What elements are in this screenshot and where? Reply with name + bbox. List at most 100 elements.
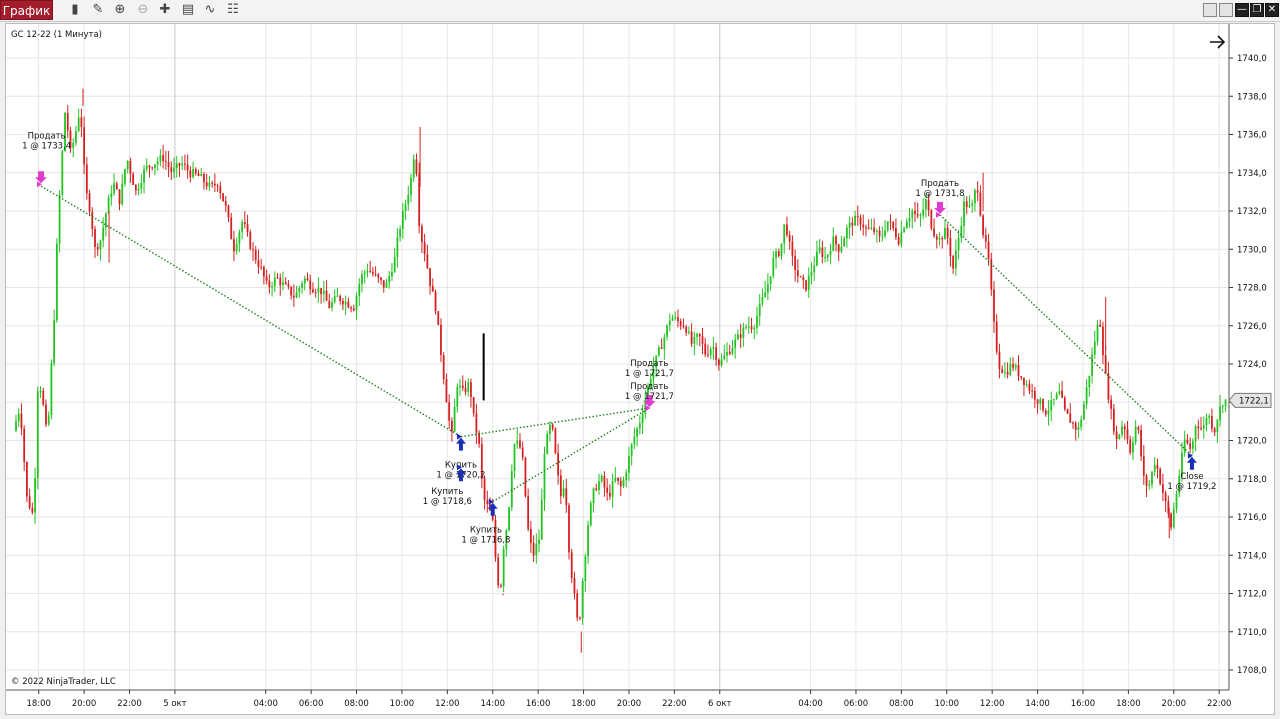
candle (1213, 426, 1216, 437)
candle (829, 244, 832, 265)
x-tick-label: 20:00 (1162, 699, 1187, 709)
tile-window-icon[interactable] (1203, 3, 1217, 17)
candle (1039, 397, 1042, 411)
candle (884, 220, 886, 239)
candle (399, 225, 402, 242)
candle-body (1031, 390, 1034, 392)
indicator-icon[interactable]: ∿ (202, 2, 218, 18)
candle-body (824, 257, 826, 259)
candle (1069, 403, 1072, 423)
candle (592, 487, 595, 513)
candle (837, 243, 840, 262)
candle (219, 181, 222, 200)
execution-label: Купить (431, 487, 463, 497)
candle-body (935, 236, 938, 240)
candle (832, 227, 835, 252)
candle (933, 218, 935, 238)
templates-icon[interactable]: ☷ (225, 2, 241, 18)
candle (110, 185, 113, 206)
candle-body (638, 423, 641, 429)
candle (355, 292, 358, 320)
candle (1025, 380, 1028, 388)
pencil-icon[interactable]: ✎ (90, 2, 106, 18)
candle-body (756, 315, 758, 328)
candle-body (895, 228, 897, 238)
scroll-right-icon[interactable] (1210, 35, 1226, 49)
candle (1118, 433, 1121, 440)
candle-body (1159, 468, 1162, 485)
candle-body (1044, 410, 1047, 415)
candle (502, 545, 505, 593)
candle (213, 173, 216, 192)
candle (685, 324, 688, 336)
candle-body (464, 388, 467, 392)
candle-body (227, 205, 230, 218)
execution-label: 1 @ 1721,7 (625, 369, 674, 379)
candle (124, 168, 126, 187)
window-title[interactable]: График (0, 0, 53, 20)
cascade-window-icon[interactable] (1219, 3, 1233, 17)
candle (565, 478, 568, 513)
x-tick-label: 6 окт (708, 699, 731, 709)
sell-execution-marker[interactable]: Продать1 @ 1721,7 (625, 382, 674, 411)
candle (50, 359, 53, 420)
candle-body (900, 231, 903, 245)
candle-body (897, 237, 900, 245)
close-icon[interactable]: ✕ (1265, 3, 1279, 17)
restore-icon[interactable]: ❐ (1250, 3, 1264, 17)
chart-panel[interactable]: Продать 1 @ 1733,4 Купить 1 @ 1720,2 Купить 1… (5, 23, 1275, 715)
candle (818, 239, 821, 255)
candle-body (559, 475, 562, 497)
candle-body (140, 182, 143, 189)
candle-body (415, 159, 418, 174)
crosshair-icon[interactable]: ✚ (157, 2, 173, 18)
candle (456, 383, 459, 413)
candle (1156, 458, 1159, 479)
candle-body (254, 249, 257, 260)
candle (1058, 383, 1061, 396)
candle (480, 437, 483, 489)
last-price-tag: 1722,1 (1228, 392, 1272, 408)
x-tick-label: 16:00 (1071, 699, 1096, 709)
candle (807, 267, 810, 298)
candle-body (1077, 427, 1080, 430)
candle (1020, 376, 1023, 381)
candle (821, 240, 824, 264)
y-tick-label: 1712,0 (1237, 590, 1267, 600)
candle-body (36, 391, 39, 479)
candle-body (924, 199, 927, 210)
candle-body (1110, 399, 1113, 409)
candle (88, 189, 91, 216)
x-tick-label: 18:00 (571, 699, 596, 709)
zoom-in-icon[interactable]: ⊕ (112, 2, 128, 18)
candle (47, 411, 50, 427)
candle-body (309, 280, 312, 290)
candle-body (845, 227, 848, 239)
candle (303, 275, 306, 291)
properties-icon[interactable]: ▤ (180, 2, 196, 18)
candle (464, 380, 467, 396)
candle-body (772, 258, 775, 277)
candle (410, 173, 412, 203)
candle (944, 220, 946, 240)
sell-execution-marker[interactable]: Продать1 @ 1733,4 (22, 131, 71, 188)
candle-body (717, 359, 720, 366)
candle-body (391, 272, 393, 277)
execution-label: 1 @ 1718,6 (423, 497, 472, 507)
zoom-out-icon[interactable]: ⊖ (135, 2, 151, 18)
candle-body (527, 496, 530, 530)
candle-body (344, 301, 347, 305)
candle (919, 212, 922, 227)
bar-style-icon[interactable]: ▮ (67, 2, 83, 18)
candle-body (219, 186, 222, 194)
minimize-icon[interactable]: — (1235, 3, 1249, 17)
price-chart[interactable]: Продать1 @ 1733,4Купить1 @ 1720,2Купить1… (6, 24, 1274, 714)
candle (382, 280, 385, 293)
candle-body (701, 336, 704, 344)
candle-body (589, 503, 592, 526)
candle-body (633, 436, 636, 445)
candle (508, 506, 510, 532)
candle-body (957, 237, 960, 251)
close-execution-marker[interactable]: Close1 @ 1719,2 (1167, 452, 1216, 492)
candle (870, 218, 873, 231)
